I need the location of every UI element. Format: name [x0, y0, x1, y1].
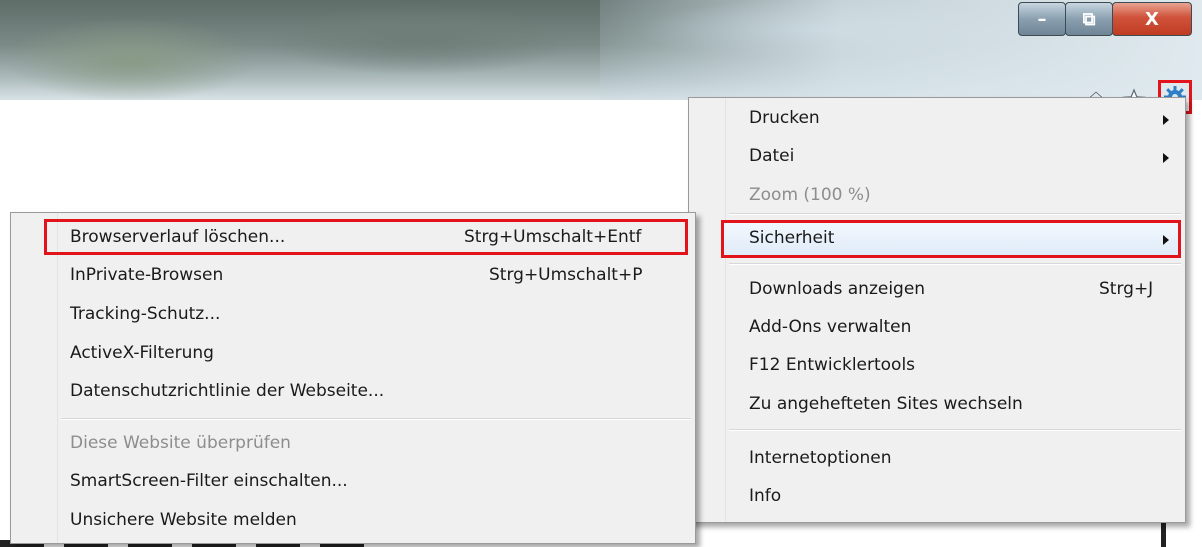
menu-item-label: Info — [749, 486, 782, 506]
menu-separator — [729, 263, 1181, 265]
menu-item-unsichere-website-melden[interactable]: Unsichere Website melden — [11, 504, 695, 538]
menu-item-shortcut: Strg+Umschalt+P — [489, 265, 643, 285]
menu-item-downloads[interactable]: Downloads anzeigen Strg+J — [689, 273, 1185, 307]
menu-item-label: Add-Ons verwalten — [749, 317, 912, 337]
tools-menu: Drucken Datei Zoom (100 %) Sicherheit Do… — [688, 97, 1186, 523]
menu-separator — [729, 429, 1181, 431]
menu-item-internetoptionen[interactable]: Internetoptionen — [689, 442, 1185, 476]
menu-item-pinned-sites[interactable]: Zu angehefteten Sites wechseln — [689, 388, 1185, 422]
menu-item-addons[interactable]: Add-Ons verwalten — [689, 311, 1185, 345]
menu-item-label: Zu angehefteten Sites wechseln — [749, 394, 1023, 414]
menu-item-label: Sicherheit — [749, 228, 835, 248]
menu-item-label: Zoom (100 %) — [749, 185, 871, 205]
menu-item-sicherheit[interactable]: Sicherheit — [689, 222, 1185, 256]
menu-item-label: InPrivate-Browsen — [70, 265, 224, 285]
menu-item-drucken[interactable]: Drucken — [689, 102, 1185, 136]
menu-item-label: SmartScreen-Filter einschalten... — [70, 471, 348, 491]
menu-item-label: Unsichere Website melden — [70, 510, 297, 530]
menu-separator — [61, 418, 691, 420]
menu-item-label: Datei — [749, 146, 795, 166]
minimize-button[interactable]: – — [1018, 2, 1066, 36]
menu-separator — [729, 213, 1181, 215]
menu-item-label: Browserverlauf löschen... — [70, 227, 286, 247]
menu-item-inprivate[interactable]: InPrivate-Browsen Strg+Umschalt+P — [11, 259, 695, 293]
close-button[interactable]: X — [1112, 2, 1192, 36]
menu-item-smartscreen[interactable]: SmartScreen-Filter einschalten... — [11, 465, 695, 499]
menu-item-shortcut: Strg+Umschalt+Entf — [464, 227, 642, 247]
submenu-arrow-icon — [1163, 115, 1169, 125]
menu-item-zoom: Zoom (100 %) — [689, 179, 1185, 213]
menu-item-info[interactable]: Info — [689, 480, 1185, 514]
menu-item-datei[interactable]: Datei — [689, 140, 1185, 174]
menu-item-tracking-schutz[interactable]: Tracking-Schutz... — [11, 298, 695, 332]
security-submenu: Browserverlauf löschen... Strg+Umschalt+… — [10, 212, 696, 544]
menu-item-devtools[interactable]: F12 Entwicklertools — [689, 349, 1185, 383]
menu-item-label: Downloads anzeigen — [749, 279, 926, 299]
menu-item-label: Drucken — [749, 108, 820, 128]
menu-item-browserverlauf-loeschen[interactable]: Browserverlauf löschen... Strg+Umschalt+… — [11, 221, 695, 255]
menu-item-label: Diese Website überprüfen — [70, 433, 291, 453]
menu-item-datenschutzrichtlinie[interactable]: Datenschutzrichtlinie der Webseite... — [11, 375, 695, 409]
menu-item-label: Internetoptionen — [749, 448, 892, 468]
menu-item-activex-filterung[interactable]: ActiveX-Filterung — [11, 337, 695, 371]
menu-item-label: Tracking-Schutz... — [70, 304, 221, 324]
maximize-button[interactable]: ⧉ — [1065, 2, 1113, 36]
menu-item-shortcut: Strg+J — [1099, 279, 1154, 299]
menu-item-label: F12 Entwicklertools — [749, 355, 916, 375]
submenu-arrow-icon — [1163, 235, 1169, 245]
menu-item-label: Datenschutzrichtlinie der Webseite... — [70, 381, 385, 401]
menu-item-website-ueberpruefen: Diese Website überprüfen — [11, 427, 695, 461]
page-divider — [1161, 520, 1166, 547]
menu-item-label: ActiveX-Filterung — [70, 343, 214, 363]
submenu-arrow-icon — [1163, 153, 1169, 163]
window-caption-buttons: – ⧉ X — [1018, 2, 1192, 38]
